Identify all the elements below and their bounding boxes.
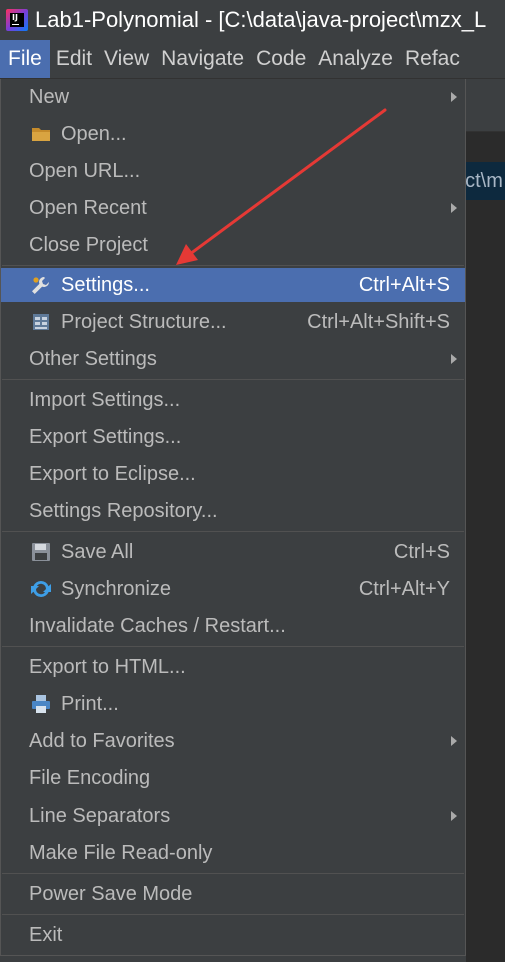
menu-item-label: Print...	[61, 693, 119, 715]
menu-item-invalidate-caches[interactable]: Invalidate Caches / Restart...	[1, 609, 465, 643]
menu-item-close-project[interactable]: Close Project	[1, 228, 465, 262]
editor-background	[466, 79, 505, 962]
submenu-arrow-icon	[451, 92, 457, 102]
menu-item-label: Synchronize	[61, 578, 172, 600]
navigation-path-fragment: ect\m	[466, 162, 505, 200]
menu-item-label: New	[29, 86, 70, 108]
menu-item-synchronize[interactable]: Synchronize Ctrl+Alt+Y	[1, 572, 465, 606]
menu-item-shortcut: Ctrl+Alt+Shift+S	[307, 311, 450, 333]
menu-item-label: Save All	[61, 541, 134, 563]
menu-item-new[interactable]: New	[1, 80, 465, 114]
submenu-arrow-icon	[451, 203, 457, 213]
menu-item-shortcut: Ctrl+Alt+S	[358, 274, 450, 296]
menu-item-label: Project Structure...	[61, 311, 227, 333]
menu-separator	[2, 914, 464, 915]
submenu-arrow-icon	[451, 736, 457, 746]
project-structure-icon	[30, 311, 52, 333]
menu-item-power-save-mode[interactable]: Power Save Mode	[1, 877, 465, 911]
submenu-arrow-icon	[451, 811, 457, 821]
menu-item-exit[interactable]: Exit	[1, 918, 465, 952]
menu-item-project-structure[interactable]: Project Structure... Ctrl+Alt+Shift+S	[1, 305, 465, 339]
menu-item-label: Power Save Mode	[29, 883, 193, 905]
menu-item-other-settings[interactable]: Other Settings	[1, 342, 465, 376]
menu-item-label: Exit	[29, 924, 63, 946]
menu-item-settings[interactable]: Settings... Ctrl+Alt+S	[1, 268, 465, 302]
menu-analyze[interactable]: Analyze	[312, 40, 399, 78]
menu-item-label: Open Recent	[29, 197, 147, 219]
menu-item-open-recent[interactable]: Open Recent	[1, 191, 465, 225]
menu-item-label: Open URL...	[29, 160, 141, 182]
title-bar: IJ Lab1-Polynomial - [C:\data\java-proje…	[0, 0, 505, 40]
menu-separator	[2, 379, 464, 380]
menu-item-label: Other Settings	[29, 348, 157, 370]
menu-item-shortcut: Ctrl+S	[393, 541, 450, 563]
menu-item-label: File Encoding	[29, 767, 151, 789]
menu-item-label: Settings...	[61, 274, 150, 296]
menu-item-make-readonly[interactable]: Make File Read-only	[1, 836, 465, 870]
intellij-app-icon: IJ	[6, 9, 28, 31]
menu-item-label: Close Project	[29, 234, 148, 256]
menu-separator	[2, 265, 464, 266]
menu-item-export-eclipse[interactable]: Export to Eclipse...	[1, 457, 465, 491]
menu-item-import-settings[interactable]: Import Settings...	[1, 383, 465, 417]
menu-item-label: Add to Favorites	[29, 730, 175, 752]
menu-navigate[interactable]: Navigate	[155, 40, 250, 78]
menu-item-label: Settings Repository...	[29, 500, 218, 522]
file-menu-dropdown: New Open... Open URL... Open Recent Clos…	[0, 79, 466, 956]
menu-refactor[interactable]: Refac	[399, 40, 466, 78]
menu-separator	[2, 646, 464, 647]
menu-item-label: Make File Read-only	[29, 842, 213, 864]
menu-item-file-encoding[interactable]: File Encoding	[1, 761, 465, 795]
toolbar-background	[466, 79, 505, 132]
menu-separator	[2, 873, 464, 874]
folder-icon	[30, 123, 52, 145]
menu-item-settings-repository[interactable]: Settings Repository...	[1, 494, 465, 528]
menu-item-save-all[interactable]: Save All Ctrl+S	[1, 535, 465, 569]
menu-view[interactable]: View	[98, 40, 155, 78]
menu-item-open-url[interactable]: Open URL...	[1, 154, 465, 188]
window-title: Lab1-Polynomial - [C:\data\java-project\…	[35, 7, 487, 32]
menu-code[interactable]: Code	[250, 40, 312, 78]
menu-item-label: Open...	[61, 123, 127, 145]
submenu-arrow-icon	[451, 354, 457, 364]
menu-bar: File Edit View Navigate Code Analyze Ref…	[0, 40, 505, 79]
menu-item-print[interactable]: Print...	[1, 687, 465, 721]
wrench-icon	[30, 274, 52, 296]
refresh-icon	[30, 578, 52, 600]
menu-file[interactable]: File	[0, 40, 50, 78]
menu-separator	[2, 531, 464, 532]
save-icon	[30, 541, 52, 563]
menu-item-add-favorites[interactable]: Add to Favorites	[1, 724, 465, 758]
menu-item-export-html[interactable]: Export to HTML...	[1, 650, 465, 684]
menu-edit[interactable]: Edit	[50, 40, 98, 78]
printer-icon	[30, 693, 52, 715]
menu-item-label: Export Settings...	[29, 426, 182, 448]
menu-item-export-settings[interactable]: Export Settings...	[1, 420, 465, 454]
menu-item-label: Import Settings...	[29, 389, 181, 411]
menu-item-line-separators[interactable]: Line Separators	[1, 799, 465, 833]
menu-item-open[interactable]: Open...	[1, 117, 465, 151]
menu-item-shortcut: Ctrl+Alt+Y	[358, 578, 450, 600]
menu-item-label: Export to Eclipse...	[29, 463, 196, 485]
menu-item-label: Line Separators	[29, 805, 171, 827]
menu-item-label: Export to HTML...	[29, 656, 186, 678]
menu-item-label: Invalidate Caches / Restart...	[29, 615, 286, 637]
